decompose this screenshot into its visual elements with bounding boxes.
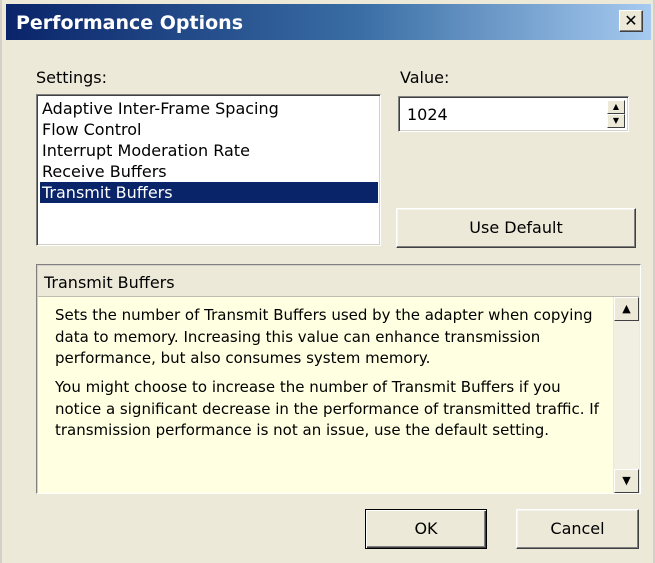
value-spinner: ▲ ▼ xyxy=(607,100,625,128)
description-paragraph-1: Sets the number of Transmit Buffers used… xyxy=(55,306,593,367)
spin-down-icon: ▼ xyxy=(612,116,620,125)
performance-options-dialog: Performance Options ✕ Settings: Adaptive… xyxy=(0,0,655,563)
settings-list[interactable]: Adaptive Inter-Frame Spacing Flow Contro… xyxy=(36,94,381,246)
ok-button[interactable]: OK xyxy=(365,509,487,549)
settings-item-interrupt-moderation-rate[interactable]: Interrupt Moderation Rate xyxy=(40,140,378,161)
scroll-down-icon: ▼ xyxy=(622,474,631,487)
value-input[interactable]: 1024 xyxy=(407,105,448,124)
description-scrollbar[interactable]: ▲ ▼ xyxy=(614,297,639,493)
description-header: Transmit Buffers xyxy=(38,266,639,297)
value-spinbox[interactable]: 1024 ▲ ▼ xyxy=(398,96,629,132)
description-paragraph-2: You might choose to increase the number … xyxy=(55,378,599,439)
settings-item-receive-buffers[interactable]: Receive Buffers xyxy=(40,161,378,182)
close-icon: ✕ xyxy=(624,11,638,30)
value-label: Value: xyxy=(400,68,450,87)
description-title: Transmit Buffers xyxy=(44,273,175,292)
title-bar[interactable]: Performance Options ✕ xyxy=(6,4,651,40)
description-panel: Transmit Buffers Sets the number of Tran… xyxy=(36,264,641,494)
spin-up-icon: ▲ xyxy=(612,102,620,111)
scroll-up-icon: ▲ xyxy=(622,302,631,315)
description-text-area: Sets the number of Transmit Buffers used… xyxy=(38,297,613,493)
settings-item-adaptive-inter-frame-spacing[interactable]: Adaptive Inter-Frame Spacing xyxy=(40,98,378,119)
scroll-up-button[interactable]: ▲ xyxy=(614,297,639,321)
window-title: Performance Options xyxy=(16,12,244,34)
spin-up-button[interactable]: ▲ xyxy=(607,100,625,114)
settings-item-flow-control[interactable]: Flow Control xyxy=(40,119,378,140)
settings-item-transmit-buffers[interactable]: Transmit Buffers xyxy=(40,182,378,203)
settings-label: Settings: xyxy=(36,68,108,87)
use-default-button[interactable]: Use Default xyxy=(396,208,636,248)
cancel-button[interactable]: Cancel xyxy=(516,509,639,549)
close-button[interactable]: ✕ xyxy=(619,10,643,32)
scroll-down-button[interactable]: ▼ xyxy=(614,469,639,493)
spin-down-button[interactable]: ▼ xyxy=(607,114,625,128)
